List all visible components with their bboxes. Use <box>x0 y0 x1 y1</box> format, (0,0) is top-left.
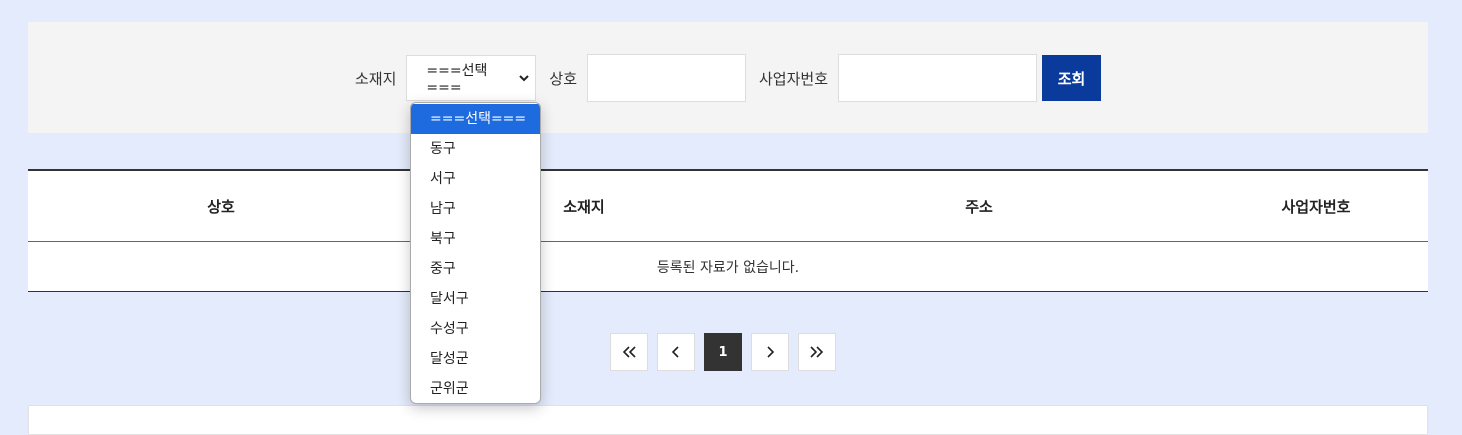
next-page-button[interactable] <box>751 333 789 371</box>
first-page-button[interactable] <box>610 333 648 371</box>
name-label: 상호 <box>549 69 577 88</box>
dropdown-option[interactable]: 남구 <box>411 194 540 224</box>
chevron-right-icon <box>767 346 775 358</box>
location-select[interactable]: ===선택=== <box>406 55 537 101</box>
search-row: 소재지 ===선택=== 상호 사업자번호 조회 <box>28 54 1428 102</box>
business-number-input[interactable] <box>838 54 1038 102</box>
search-button[interactable]: 조회 <box>1042 55 1102 101</box>
search-panel: 소재지 ===선택=== 상호 사업자번호 조회 <box>28 22 1428 133</box>
dropdown-option[interactable]: 중구 <box>411 254 540 284</box>
chevron-left-icon <box>671 346 679 358</box>
dropdown-option[interactable]: 수성구 <box>411 314 540 344</box>
dropdown-option[interactable]: 서구 <box>411 164 540 194</box>
prev-page-button[interactable] <box>657 333 695 371</box>
table-header: 상호 소재지 주소 사업자번호 <box>28 171 1428 242</box>
name-input[interactable] <box>587 54 746 102</box>
dropdown-option[interactable]: 달서구 <box>411 284 540 314</box>
location-select-value: ===선택=== <box>426 63 488 96</box>
results-table: 상호 소재지 주소 사업자번호 등록된 자료가 없습니다. <box>28 169 1428 292</box>
double-chevron-right-icon <box>810 346 824 358</box>
dropdown-option[interactable]: 동구 <box>411 134 540 164</box>
dropdown-option[interactable]: 북구 <box>411 224 540 254</box>
header-address: 주소 <box>965 197 993 216</box>
last-page-button[interactable] <box>798 333 836 371</box>
location-dropdown-list: ===선택=== 동구 서구 남구 북구 중구 달서구 수성구 달성군 군위군 <box>410 102 541 404</box>
double-chevron-left-icon <box>622 346 636 358</box>
header-business-number: 사업자번호 <box>1281 197 1351 216</box>
dropdown-option[interactable]: 달성군 <box>411 344 540 374</box>
pagination: 1 <box>610 333 836 371</box>
dropdown-option[interactable]: ===선택=== <box>411 104 540 134</box>
chevron-down-icon <box>519 73 530 83</box>
location-label: 소재지 <box>354 69 397 88</box>
dropdown-option[interactable]: 군위군 <box>411 374 540 403</box>
empty-message: 등록된 자료가 없습니다. <box>656 259 800 276</box>
page-button-current[interactable]: 1 <box>704 333 742 371</box>
bottom-panel <box>28 405 1428 435</box>
header-name: 상호 <box>207 197 235 216</box>
business-number-label: 사업자번호 <box>759 69 829 88</box>
